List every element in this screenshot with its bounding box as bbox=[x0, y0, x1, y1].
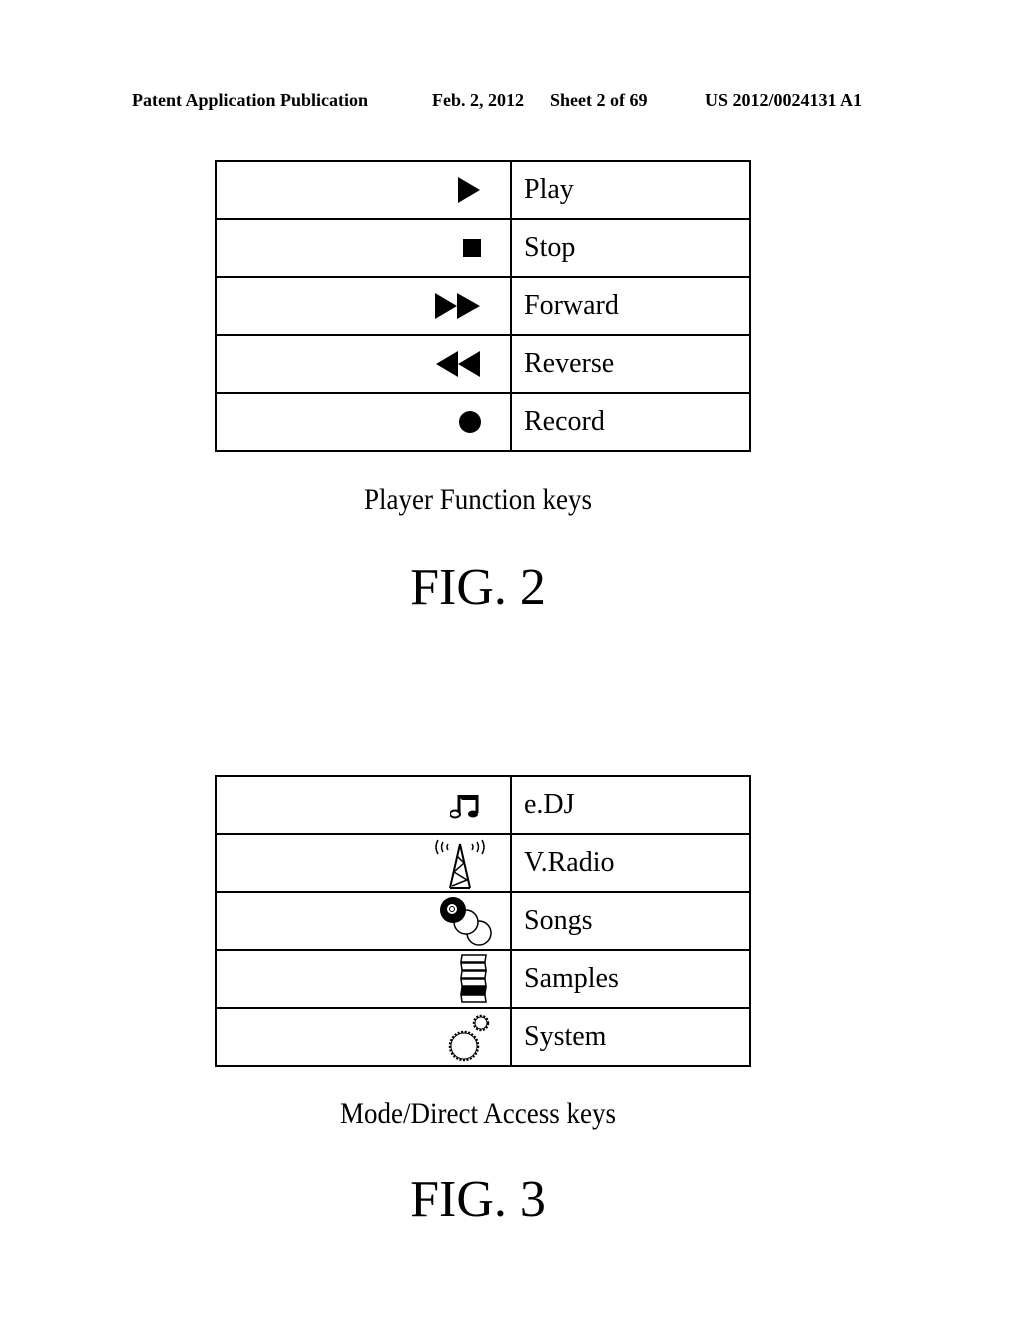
fig3-title: FIG. 3 bbox=[410, 1171, 546, 1228]
record-icon bbox=[459, 411, 481, 433]
key-label: Record bbox=[510, 392, 751, 452]
discs-icon bbox=[440, 897, 492, 946]
key-label: System bbox=[510, 1007, 751, 1067]
key-label: Reverse bbox=[510, 334, 751, 394]
table-row: Forward bbox=[215, 276, 751, 336]
table-row: e.DJ bbox=[215, 775, 751, 835]
table-row: Samples bbox=[215, 949, 751, 1009]
table-row: Record bbox=[215, 392, 751, 452]
fig2-title: FIG. 2 bbox=[410, 559, 546, 616]
table-row: Stop bbox=[215, 218, 751, 278]
radio-tower-icon bbox=[435, 839, 485, 889]
gears-icon bbox=[448, 1014, 490, 1062]
play-icon bbox=[458, 177, 480, 203]
table-row: Reverse bbox=[215, 334, 751, 394]
key-label: Songs bbox=[510, 891, 751, 951]
key-label: e.DJ bbox=[510, 775, 751, 835]
rewind-icon bbox=[436, 351, 480, 377]
publication-date: Feb. 2, 2012 bbox=[432, 90, 524, 110]
key-label: Stop bbox=[510, 218, 751, 278]
fig2-caption: Player Function keys bbox=[364, 482, 592, 516]
stop-icon bbox=[463, 239, 481, 257]
key-label: Forward bbox=[510, 276, 751, 336]
key-label: V.Radio bbox=[510, 833, 751, 893]
stacked-samples-icon bbox=[460, 954, 487, 1003]
publication-label: Patent Application Publication bbox=[132, 90, 369, 110]
table-row: System bbox=[215, 1007, 751, 1067]
table-row: Play bbox=[215, 160, 751, 220]
player-function-keys-table: Play Stop Forward Reverse Record bbox=[215, 160, 751, 452]
table-row: Songs bbox=[215, 891, 751, 951]
music-note-icon bbox=[450, 795, 479, 819]
key-label: Play bbox=[510, 160, 751, 220]
fast-forward-icon bbox=[435, 293, 480, 319]
fig3-caption: Mode/Direct Access keys bbox=[340, 1096, 616, 1130]
patent-number: US 2012/0024131 A1 bbox=[705, 90, 863, 110]
mode-direct-access-keys-table: e.DJ V.Radio Songs Samples System bbox=[215, 775, 751, 1067]
key-label: Samples bbox=[510, 949, 751, 1009]
sheet-number: Sheet 2 of 69 bbox=[550, 90, 648, 110]
table-row: V.Radio bbox=[215, 833, 751, 893]
